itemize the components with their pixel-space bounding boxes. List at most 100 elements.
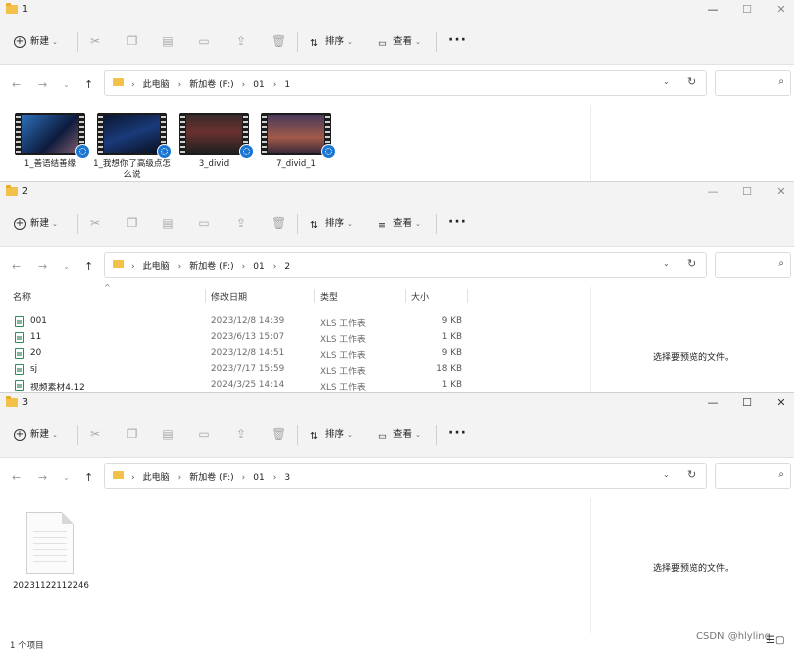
address-bar[interactable]: › 此电脑 › 新加卷 (F:) › 01 › 2 ⌄ ↻: [104, 252, 707, 278]
command-bar: + 新建 ⌄ ✂ ❐ ▤ ▭ ⇪ 🗑 ⇅ 排序 ⌄ ▭ 查看 ⌄ ···: [0, 20, 794, 65]
share-icon[interactable]: ⇪: [235, 35, 247, 47]
maximize-button[interactable]: ☐: [740, 185, 754, 199]
address-bar[interactable]: › 此电脑 › 新加卷 (F:) › 01 › 1 ⌄ ↻: [104, 70, 707, 96]
recent-icon[interactable]: ⌄: [63, 80, 70, 89]
rename-icon[interactable]: ▭: [198, 35, 210, 47]
new-button[interactable]: + 新建 ⌄: [14, 216, 58, 232]
new-button[interactable]: + 新建 ⌄: [14, 427, 58, 443]
refresh-icon[interactable]: ↻: [687, 468, 696, 481]
video-item[interactable]: 3_divid: [174, 113, 254, 170]
rename-icon[interactable]: ▭: [198, 217, 210, 229]
paste-icon[interactable]: ▤: [162, 35, 174, 47]
more-button[interactable]: ···: [448, 32, 467, 48]
paste-icon[interactable]: ▤: [162, 217, 174, 229]
close-button[interactable]: ✕: [774, 3, 788, 17]
breadcrumb-item[interactable]: 3: [284, 473, 290, 483]
breadcrumb-item[interactable]: 01: [253, 473, 264, 483]
video-item[interactable]: 7_divid_1: [256, 113, 336, 170]
sort-button[interactable]: ⇅ 排序 ⌄: [310, 216, 353, 232]
up-icon[interactable]: ↑: [84, 260, 93, 273]
divider: [436, 425, 437, 445]
breadcrumb-item[interactable]: 新加卷 (F:): [189, 473, 233, 483]
cut-icon[interactable]: ✂: [89, 217, 101, 229]
new-icon: +: [14, 428, 26, 441]
up-icon[interactable]: ↑: [84, 471, 93, 484]
chevron-down-icon: ⌄: [347, 38, 353, 46]
video-item[interactable]: 1_善语结善缘: [10, 113, 90, 170]
maximize-button[interactable]: ☐: [740, 3, 754, 17]
xls-file-icon: [15, 380, 24, 391]
minimize-button[interactable]: —: [706, 3, 720, 17]
delete-icon[interactable]: 🗑: [271, 35, 286, 47]
view-toggle-icon[interactable]: ☰▢: [766, 635, 784, 646]
view-button[interactable]: ≡ 查看 ⌄: [378, 216, 421, 232]
recent-icon[interactable]: ⌄: [63, 473, 70, 482]
cut-icon[interactable]: ✂: [89, 35, 101, 47]
preview-pane: 选择要预览的文件。: [590, 498, 794, 633]
back-icon[interactable]: ←: [12, 260, 21, 273]
divider: [297, 32, 298, 52]
refresh-icon[interactable]: ↻: [687, 75, 696, 88]
more-button[interactable]: ···: [448, 214, 467, 230]
copy-icon[interactable]: ❐: [126, 217, 138, 229]
table-row[interactable]: sj 2023/7/17 15:59 XLS 工作表 18 KB: [0, 362, 590, 378]
sort-button[interactable]: ⇅ 排序 ⌄: [310, 34, 353, 50]
table-row[interactable]: 11 2023/6/13 15:07 XLS 工作表 1 KB: [0, 330, 590, 346]
close-button[interactable]: ✕: [774, 185, 788, 199]
table-row[interactable]: 20 2023/12/8 14:51 XLS 工作表 9 KB: [0, 346, 590, 362]
forward-icon[interactable]: →: [38, 78, 47, 91]
divider: [77, 32, 78, 52]
column-header-type[interactable]: 类型: [320, 290, 338, 303]
paste-icon[interactable]: ▤: [162, 428, 174, 440]
cut-icon[interactable]: ✂: [89, 428, 101, 440]
chevron-down-icon[interactable]: ⌄: [663, 259, 670, 268]
column-header-size[interactable]: 大小: [411, 290, 429, 303]
breadcrumb-item[interactable]: 01: [253, 262, 264, 272]
chevron-down-icon[interactable]: ⌄: [663, 470, 670, 479]
address-bar[interactable]: › 此电脑 › 新加卷 (F:) › 01 › 3 ⌄ ↻: [104, 463, 707, 489]
sort-button[interactable]: ⇅ 排序 ⌄: [310, 427, 353, 443]
column-header-date[interactable]: 修改日期: [211, 290, 247, 303]
video-item[interactable]: 1_我想你了高级点怎么说: [92, 113, 172, 181]
copy-icon[interactable]: ❐: [126, 428, 138, 440]
breadcrumb-item[interactable]: 1: [284, 80, 290, 90]
breadcrumb-item[interactable]: 01: [253, 80, 264, 90]
breadcrumb-item[interactable]: 新加卷 (F:): [189, 80, 233, 90]
back-icon[interactable]: ←: [12, 78, 21, 91]
back-icon[interactable]: ←: [12, 471, 21, 484]
new-button[interactable]: + 新建 ⌄: [14, 34, 58, 50]
breadcrumb-item[interactable]: 新加卷 (F:): [189, 262, 233, 272]
rename-icon[interactable]: ▭: [198, 428, 210, 440]
search-input[interactable]: ⌕: [715, 252, 791, 278]
table-row[interactable]: 001 2023/12/8 14:39 XLS 工作表 9 KB: [0, 314, 590, 330]
chevron-down-icon[interactable]: ⌄: [663, 77, 670, 86]
search-input[interactable]: ⌕: [715, 463, 791, 489]
breadcrumb-item[interactable]: 此电脑: [143, 473, 170, 483]
forward-icon[interactable]: →: [38, 260, 47, 273]
column-header-name[interactable]: 名称: [13, 290, 31, 303]
minimize-button[interactable]: —: [706, 396, 720, 410]
minimize-button[interactable]: —: [706, 185, 720, 199]
folder-icon: [6, 185, 18, 196]
recent-icon[interactable]: ⌄: [63, 262, 70, 271]
refresh-icon[interactable]: ↻: [687, 257, 696, 270]
title-bar: 1 — ☐ ✕: [0, 0, 794, 20]
close-button[interactable]: ✕: [774, 396, 788, 410]
maximize-button[interactable]: ☐: [740, 396, 754, 410]
share-icon[interactable]: ⇪: [235, 428, 247, 440]
search-input[interactable]: ⌕: [715, 70, 791, 96]
forward-icon[interactable]: →: [38, 471, 47, 484]
breadcrumb-item[interactable]: 2: [284, 262, 290, 272]
more-button[interactable]: ···: [448, 425, 467, 441]
table-row[interactable]: 视频素材4.12 2024/3/25 14:14 XLS 工作表 1 KB: [0, 378, 590, 393]
window-title: 3: [22, 397, 29, 408]
breadcrumb-item[interactable]: 此电脑: [143, 262, 170, 272]
breadcrumb-item[interactable]: 此电脑: [143, 80, 170, 90]
view-button[interactable]: ▭ 查看 ⌄: [378, 427, 421, 443]
delete-icon[interactable]: 🗑: [271, 428, 286, 440]
delete-icon[interactable]: 🗑: [271, 217, 286, 229]
copy-icon[interactable]: ❐: [126, 35, 138, 47]
up-icon[interactable]: ↑: [84, 78, 93, 91]
view-button[interactable]: ▭ 查看 ⌄: [378, 34, 421, 50]
share-icon[interactable]: ⇪: [235, 217, 247, 229]
